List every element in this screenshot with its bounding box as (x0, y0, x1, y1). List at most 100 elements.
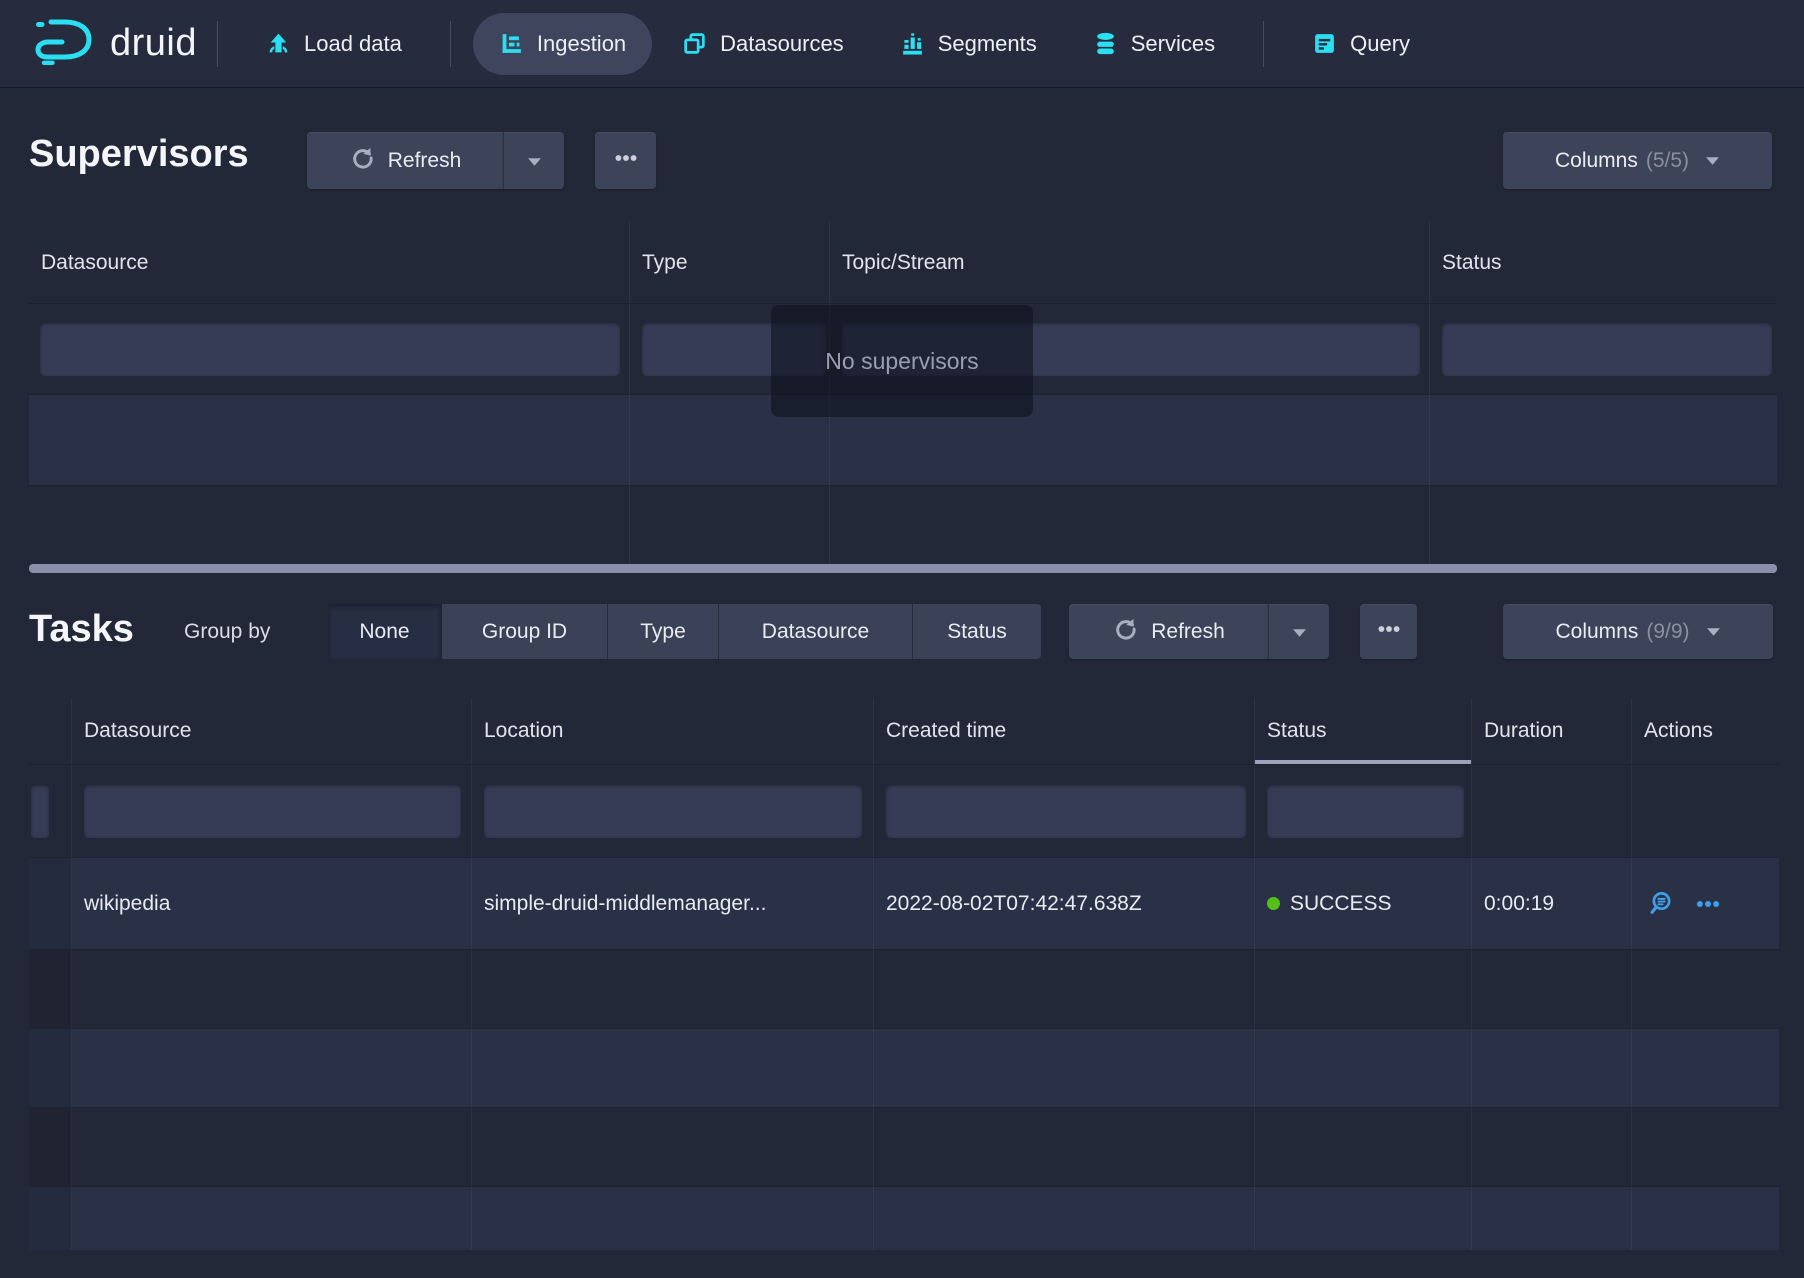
columns-label: Columns (1555, 620, 1638, 644)
nav-item-label: Load data (304, 31, 402, 57)
query-icon (1312, 31, 1337, 56)
chevron-down-icon (1705, 156, 1720, 166)
tasks-refresh-caret-button[interactable] (1268, 604, 1329, 659)
success-status-dot-icon (1267, 897, 1280, 910)
nav-item-datasources[interactable]: Datasources (656, 13, 870, 75)
group-by-status-button[interactable]: Status (913, 604, 1041, 659)
task-details-magnifier-icon[interactable] (1648, 890, 1675, 917)
supervisors-header-status[interactable]: Status (1430, 222, 1777, 303)
nav-item-services[interactable]: Services (1067, 13, 1241, 75)
nav-divider (1263, 21, 1264, 67)
supervisors-filter-datasource-input[interactable] (40, 323, 620, 376)
task-actions (1632, 858, 1779, 949)
nav-item-label: Segments (938, 31, 1037, 57)
supervisors-header-datasource[interactable]: Datasource (29, 222, 630, 303)
group-by-none-button[interactable]: None (328, 604, 442, 659)
row-expander[interactable] (29, 858, 72, 949)
task-created-time: 2022-08-02T07:42:47.638Z (874, 858, 1255, 949)
task-row-wikipedia[interactable]: wikipedia simple-druid-middlemanager... … (29, 858, 1779, 950)
nav-item-label: Services (1131, 31, 1215, 57)
tasks-refresh-button[interactable]: Refresh (1069, 604, 1268, 659)
tasks-header-created-time[interactable]: Created time (874, 698, 1255, 764)
nav-item-label: Ingestion (537, 31, 626, 57)
refresh-icon (1112, 616, 1138, 648)
druid-console: druid Load data (0, 0, 1804, 1278)
tasks-header-status[interactable]: Status (1255, 698, 1472, 764)
sort-indicator (1255, 760, 1471, 764)
task-empty-row (29, 1108, 1779, 1187)
task-more-actions-icon[interactable] (1695, 891, 1721, 917)
services-icon (1093, 31, 1118, 56)
datasources-icon (682, 31, 707, 56)
tasks-group-by-segmented: None Group ID Type Datasource Status (328, 604, 1041, 659)
druid-logo[interactable]: druid (34, 17, 197, 70)
supervisors-header-row: Datasource Type Topic/Stream Status (29, 222, 1777, 304)
upload-icon (266, 31, 291, 56)
task-datasource: wikipedia (72, 858, 472, 949)
chevron-down-icon (1292, 620, 1307, 644)
task-empty-row (29, 1187, 1779, 1250)
refresh-label: Refresh (388, 149, 462, 173)
chevron-down-icon (1706, 627, 1721, 637)
supervisors-filter-status-input[interactable] (1442, 323, 1772, 376)
tasks-title: Tasks (29, 608, 134, 651)
supervisors-refresh-button[interactable]: Refresh (307, 132, 503, 189)
nav-item-query[interactable]: Query (1286, 13, 1436, 75)
supervisors-header-topic-stream[interactable]: Topic/Stream (830, 222, 1430, 303)
status-badge: SUCCESS (1290, 892, 1392, 916)
no-supervisors-message: No supervisors (771, 305, 1033, 417)
nav-item-label: Query (1350, 31, 1410, 57)
supervisors-refresh-caret-button[interactable] (503, 132, 564, 189)
supervisors-refresh-group: Refresh (307, 132, 564, 189)
nav-item-ingestion[interactable]: Ingestion (473, 13, 652, 75)
supervisors-horizontal-scrollbar[interactable] (29, 564, 1777, 573)
tasks-filter-location-input[interactable] (484, 785, 862, 838)
refresh-label: Refresh (1151, 620, 1225, 644)
nav-item-label: Datasources (720, 31, 844, 57)
supervisors-empty-row (29, 486, 1777, 565)
task-status: SUCCESS (1255, 858, 1472, 949)
columns-count: (9/9) (1646, 620, 1689, 644)
tasks-filter-created-time-input[interactable] (886, 785, 1246, 838)
navbar: druid Load data (0, 0, 1804, 87)
group-by-datasource-button[interactable]: Datasource (719, 604, 913, 659)
tasks-filter-row (29, 765, 1779, 858)
group-by-type-button[interactable]: Type (608, 604, 719, 659)
tasks-filter-status-input[interactable] (1267, 785, 1464, 838)
nav-divider (217, 21, 218, 67)
group-by-group-id-button[interactable]: Group ID (442, 604, 608, 659)
task-duration: 0:00:19 (1472, 858, 1632, 949)
tasks-header-row: Datasource Location Created time Status … (29, 698, 1779, 765)
druid-logo-text: druid (110, 22, 197, 65)
nav-item-load-data[interactable]: Load data (240, 13, 428, 75)
supervisors-more-button[interactable] (595, 132, 656, 189)
columns-count: (5/5) (1646, 149, 1689, 173)
task-empty-row (29, 1029, 1779, 1108)
tasks-header-actions[interactable]: Actions (1632, 698, 1779, 764)
tasks-more-button[interactable] (1360, 604, 1417, 659)
refresh-icon (349, 145, 375, 177)
tasks-table: Datasource Location Created time Status … (29, 698, 1779, 1250)
chevron-down-icon (527, 149, 542, 173)
tasks-header-location[interactable]: Location (472, 698, 874, 764)
supervisors-title: Supervisors (29, 133, 249, 176)
tasks-refresh-group: Refresh (1069, 604, 1329, 659)
ingestion-icon (499, 31, 524, 56)
nav-item-segments[interactable]: Segments (874, 13, 1063, 75)
tasks-header-duration[interactable]: Duration (1472, 698, 1632, 764)
tasks-filter-expander-input[interactable] (31, 785, 49, 838)
tasks-header-expander (29, 698, 72, 764)
tasks-header-datasource[interactable]: Datasource (72, 698, 472, 764)
tasks-columns-button[interactable]: Columns (9/9) (1503, 604, 1773, 659)
task-empty-row (29, 950, 1779, 1029)
group-by-label: Group by (184, 604, 270, 659)
segments-icon (900, 31, 925, 56)
nav-divider (450, 21, 451, 67)
columns-label: Columns (1555, 149, 1638, 173)
task-location: simple-druid-middlemanager... (472, 858, 874, 949)
tasks-filter-datasource-input[interactable] (84, 785, 461, 838)
more-icon (1376, 616, 1402, 648)
more-icon (613, 145, 639, 177)
supervisors-header-type[interactable]: Type (630, 222, 830, 303)
supervisors-columns-button[interactable]: Columns (5/5) (1503, 132, 1772, 189)
